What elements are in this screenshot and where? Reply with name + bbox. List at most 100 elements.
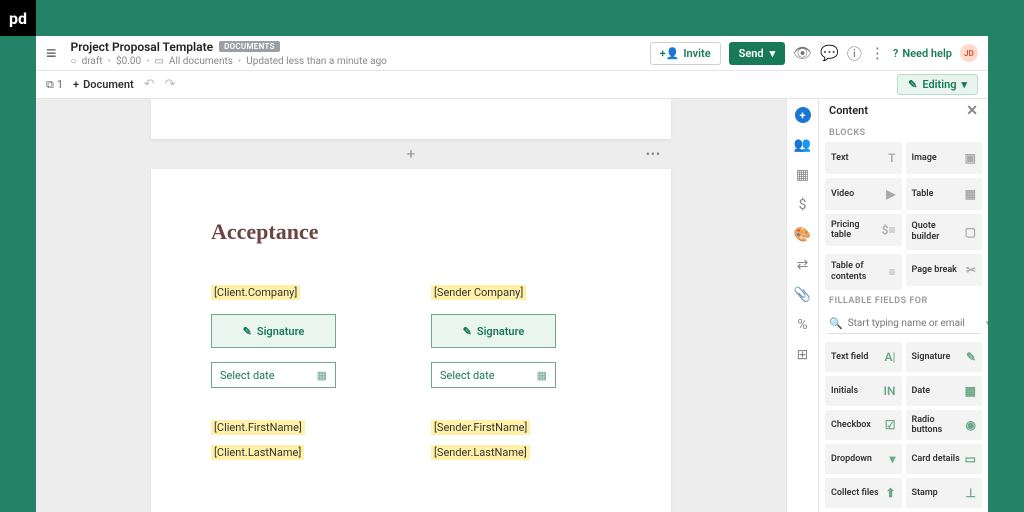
canvas[interactable]: + ••• Acceptance [Client.Company] ✎Signat… — [36, 99, 786, 512]
field-checkbox[interactable]: Checkbox☑ — [825, 410, 902, 440]
menu-icon[interactable]: ≡ — [46, 43, 57, 64]
editing-mode-button[interactable]: ✎Editing▾ — [897, 74, 978, 95]
close-icon[interactable]: ✕ — [966, 103, 978, 119]
table-icon: ▦ — [965, 187, 976, 201]
info-icon[interactable]: ⓘ — [847, 43, 862, 64]
field-initials[interactable]: InitialsIN — [825, 376, 902, 406]
undo-icon[interactable]: ↶ — [144, 77, 155, 92]
more-icon[interactable]: ⋮ — [870, 44, 885, 62]
logo: pd — [0, 0, 36, 36]
translate-icon[interactable]: ⇄ — [795, 257, 811, 273]
more-dots-icon[interactable]: ••• — [646, 147, 661, 161]
sender-firstname-token[interactable]: [Sender.FirstName] — [431, 420, 530, 435]
recipients-icon[interactable]: 👥 — [795, 137, 811, 153]
calendar-icon: ▦ — [965, 384, 976, 398]
toc-icon: ≡ — [888, 265, 895, 279]
block-page-break[interactable]: Page break✂ — [906, 254, 983, 286]
add-document-button[interactable]: +Document — [73, 78, 134, 91]
client-date-field[interactable]: Select date▦ — [211, 362, 336, 388]
sender-company-token[interactable]: [Sender Company] — [431, 285, 526, 300]
add-block-bar[interactable]: + ••• — [151, 139, 671, 169]
calendar-icon: ▦ — [537, 369, 547, 382]
pricing-icon: $≡ — [882, 223, 896, 237]
client-column: [Client.Company] ✎Signature Select date▦… — [211, 285, 391, 460]
sender-signature-field[interactable]: ✎Signature — [431, 314, 556, 348]
page-break-icon: ✂ — [966, 263, 976, 277]
field-date[interactable]: Date▦ — [906, 376, 983, 406]
field-radio[interactable]: Radio buttons◉ — [906, 410, 983, 440]
field-dropdown[interactable]: Dropdown▾ — [825, 444, 902, 474]
calendar-icon: ▦ — [317, 369, 327, 382]
block-quote-builder[interactable]: Quote builder▢ — [906, 214, 983, 250]
caret-down-icon[interactable]: ▾ — [986, 319, 988, 329]
percent-icon[interactable]: % — [795, 317, 811, 333]
sender-date-field[interactable]: Select date▦ — [431, 362, 556, 388]
app-window: ≡ Project Proposal Template DOCUMENTS ○ … — [36, 36, 988, 512]
pencil-icon: ✎ — [908, 78, 917, 91]
block-toc[interactable]: Table of contents≡ — [825, 254, 902, 290]
sender-lastname-token[interactable]: [Sender.LastName] — [431, 445, 530, 460]
price-text: $0.00 — [116, 56, 141, 67]
signature-icon: ✎ — [463, 325, 472, 338]
need-help-link[interactable]: ?Need help — [893, 47, 952, 60]
eye-icon[interactable]: 👁 — [793, 44, 812, 62]
pricing-icon[interactable]: $ — [795, 197, 811, 213]
folder-name[interactable]: All documents — [169, 56, 233, 67]
block-image[interactable]: Image▣ — [906, 142, 983, 174]
comment-icon[interactable]: 💬 — [820, 44, 839, 62]
caret-down-icon: ▾ — [770, 47, 776, 60]
block-video[interactable]: Video▶ — [825, 178, 902, 210]
sender-column: [Sender Company] ✎Signature Select date▦… — [431, 285, 611, 460]
client-firstname-token[interactable]: [Client.FirstName] — [211, 420, 305, 435]
meta-row: ○ draft • $0.00 • ▭ All documents • Upda… — [71, 56, 642, 67]
header-left: Project Proposal Template DOCUMENTS ○ dr… — [71, 40, 642, 67]
initials-icon: IN — [884, 384, 896, 398]
updated-text: Updated less than a minute ago — [246, 56, 387, 67]
attachment-icon[interactable]: 📎 — [795, 287, 811, 303]
client-signature-field[interactable]: ✎Signature — [211, 314, 336, 348]
send-button[interactable]: Send▾ — [729, 42, 786, 65]
document-title[interactable]: Project Proposal Template — [71, 40, 214, 54]
page[interactable]: Acceptance [Client.Company] ✎Signature S… — [151, 169, 671, 512]
recipient-search-input[interactable] — [848, 318, 981, 329]
apps-icon[interactable]: ▦ — [795, 167, 811, 183]
block-text[interactable]: TextT — [825, 142, 902, 174]
status-text: draft — [82, 56, 103, 67]
blocks-label: BLOCKS — [819, 122, 988, 142]
field-card[interactable]: Card details▭ — [906, 444, 983, 474]
avatar[interactable]: JD — [960, 44, 978, 62]
quote-icon: ▢ — [965, 225, 976, 239]
copy-count[interactable]: ⧉1 — [46, 78, 63, 92]
redo-icon[interactable]: ↷ — [165, 77, 176, 92]
plus-icon: + — [407, 145, 416, 163]
block-pricing-table[interactable]: Pricing table$≡ — [825, 214, 902, 246]
section-heading[interactable]: Acceptance — [211, 219, 611, 245]
toolbar: ⧉1 +Document ↶ ↷ ✎Editing▾ — [36, 71, 988, 99]
signature-icon: ✎ — [966, 350, 976, 364]
documents-badge: DOCUMENTS — [219, 41, 280, 52]
folder-icon: ▭ — [154, 56, 163, 67]
client-company-token[interactable]: [Client.Company] — [211, 285, 300, 300]
field-collect-files[interactable]: Collect files⬆ — [825, 478, 902, 508]
plus-icon: + — [73, 78, 79, 91]
field-text[interactable]: Text fieldA| — [825, 342, 902, 372]
header: ≡ Project Proposal Template DOCUMENTS ○ … — [36, 36, 988, 71]
panel-title: Content — [829, 104, 868, 117]
radio-icon: ◉ — [966, 418, 976, 432]
signature-icon: ✎ — [243, 325, 252, 338]
card-icon: ▭ — [965, 452, 976, 466]
content-tab-icon[interactable]: + — [795, 107, 811, 123]
field-stamp[interactable]: Stamp⊥ — [906, 478, 983, 508]
upload-icon: ⬆ — [885, 486, 895, 500]
client-lastname-token[interactable]: [Client.LastName] — [211, 445, 304, 460]
checkbox-icon: ☑ — [885, 418, 896, 432]
field-signature[interactable]: Signature✎ — [906, 342, 983, 372]
design-icon[interactable]: 🎨 — [795, 227, 811, 243]
sidebar-rail: + 👥 ▦ $ 🎨 ⇄ 📎 % ⊞ — [786, 99, 818, 512]
invite-button[interactable]: +👤Invite — [650, 42, 721, 65]
fields-label: FILLABLE FIELDS FOR — [819, 290, 988, 310]
workflow-icon[interactable]: ⊞ — [795, 347, 811, 363]
dropdown-icon: ▾ — [889, 452, 895, 466]
block-table[interactable]: Table▦ — [906, 178, 983, 210]
recipient-search[interactable]: 🔍 ▾ — [827, 314, 980, 334]
